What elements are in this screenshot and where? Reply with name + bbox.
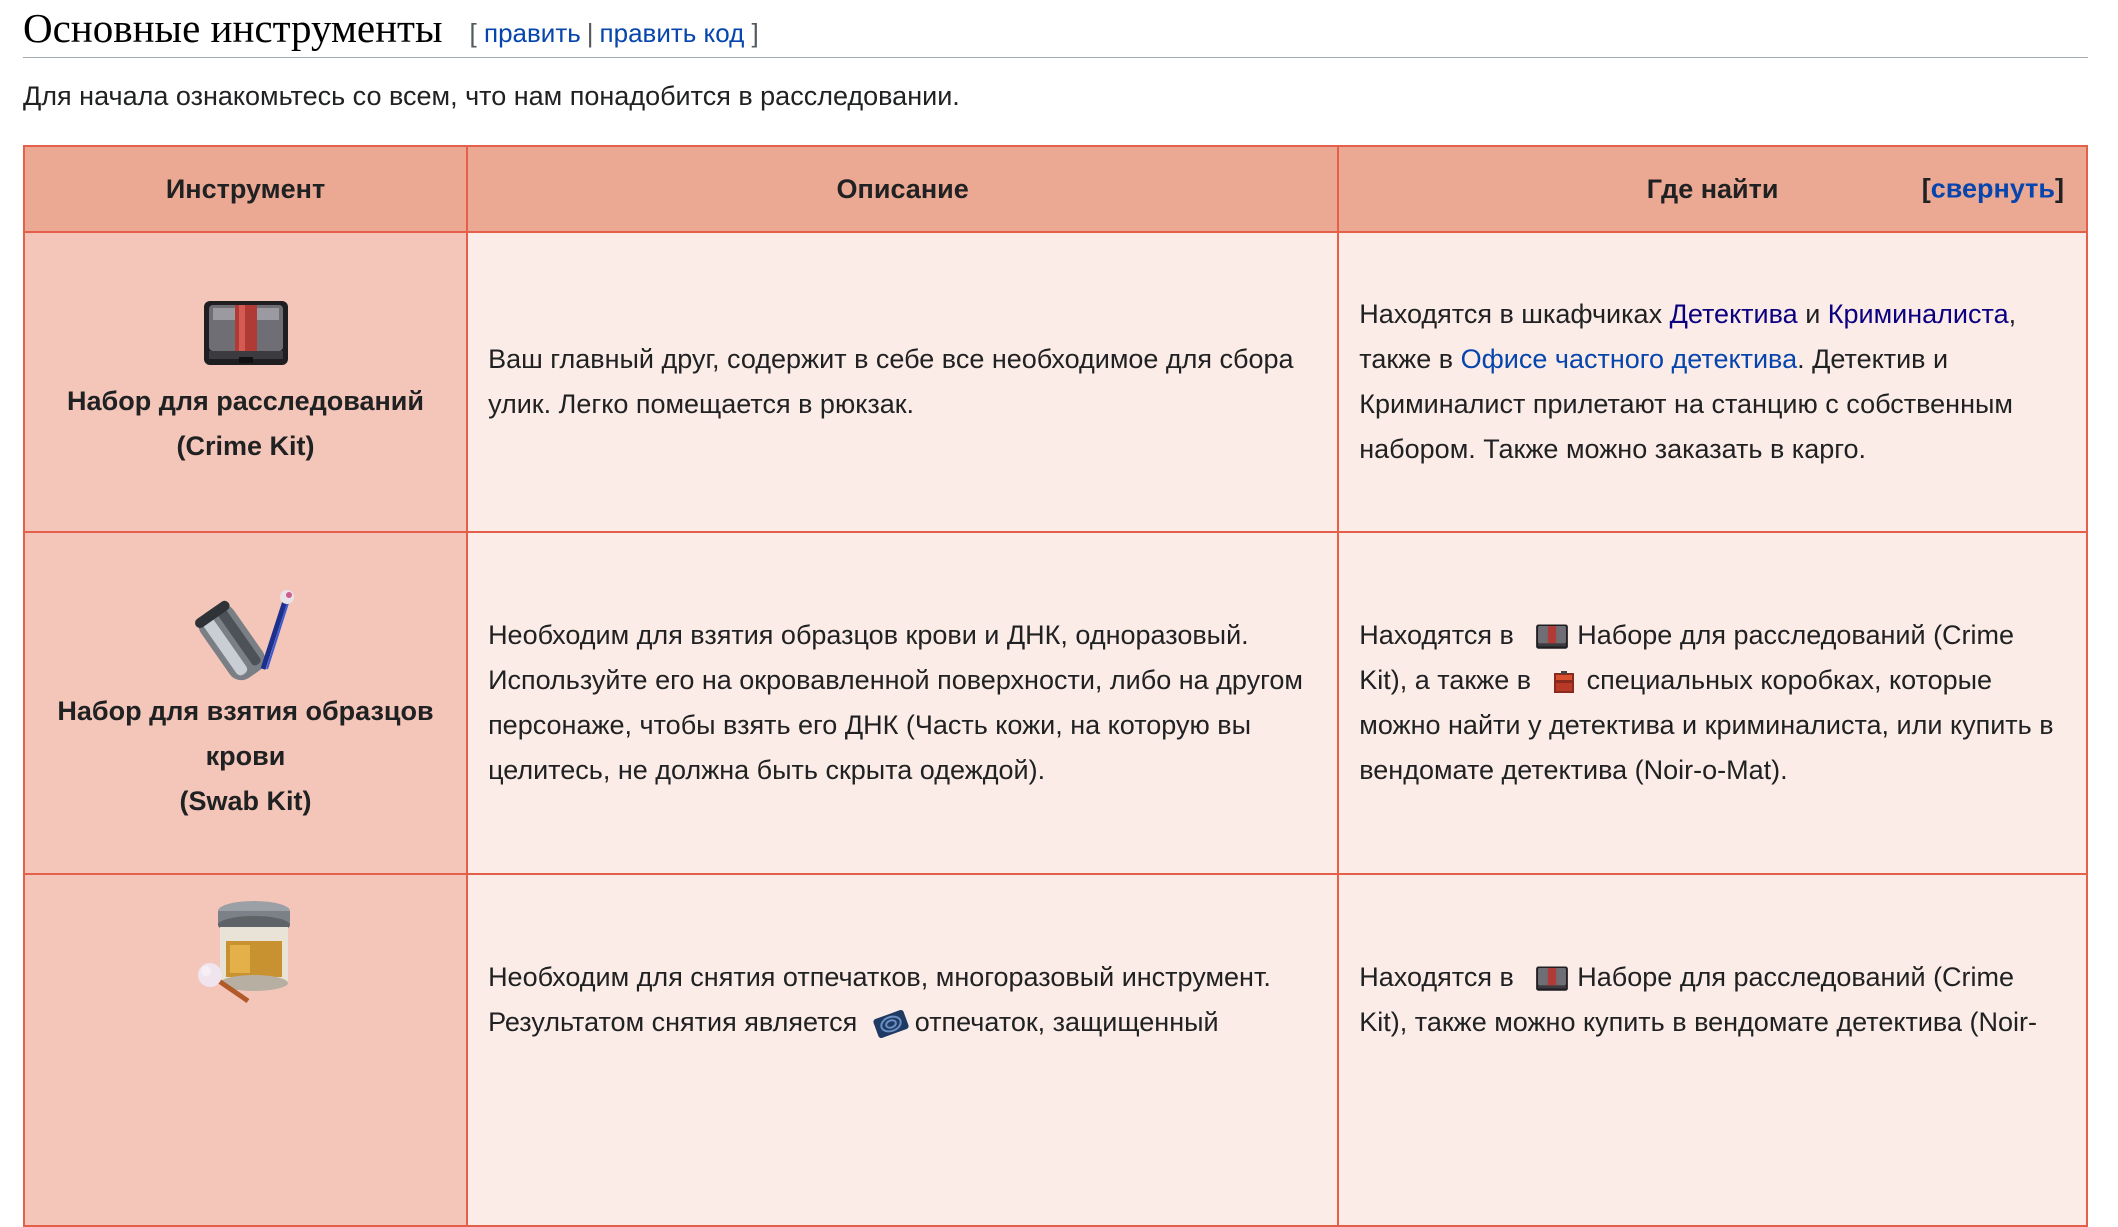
header-tool: Инструмент — [22, 145, 469, 233]
fingerprint-card-icon — [873, 1009, 909, 1038]
collapse-bracket-open: [ — [1921, 173, 1931, 204]
where-text: Находятся в — [1359, 962, 1522, 992]
table-row: Необходим для снятия отпечатков, многора… — [22, 873, 2088, 1227]
edit-section-links: [ править | править код ] — [470, 18, 759, 49]
tool-cell: Набор для взятия образцов крови (Swab Ki… — [22, 531, 469, 875]
header-description: Описание — [466, 145, 1340, 233]
description-cell: Необходим для снятия отпечатков, многора… — [466, 873, 1340, 1227]
crime-kit-icon — [1536, 624, 1569, 649]
table-header-row: Инструмент Описание Где найти [свернуть] — [22, 145, 2088, 233]
where-text: Находятся в шкафчиках — [1359, 299, 1670, 329]
edit-link[interactable]: править — [484, 18, 581, 48]
intro-text: Для начала ознакомьтесь со всем, что нам… — [23, 81, 960, 111]
description-cell: Необходим для взятия образцов крови и ДН… — [466, 531, 1340, 875]
tool-name: Набор для взятия образцов крови — [57, 695, 434, 771]
collapse-bracket-close: ] — [2055, 173, 2064, 204]
edit-code-link[interactable]: править код — [600, 18, 745, 48]
table-row: Набор для взятия образцов крови (Swab Ki… — [22, 531, 2088, 875]
header-where-label: Где найти — [1646, 173, 1779, 204]
tools-table: Инструмент Описание Где найти [свернуть] — [22, 145, 2088, 1227]
swab-box-icon — [1553, 670, 1574, 693]
tool-name: Набор для расследований — [67, 386, 425, 416]
tool-cell: Набор для расследований (Crime Kit) — [22, 231, 469, 533]
header-where: Где найти [свернуть] — [1337, 145, 2088, 233]
separator: | — [586, 18, 594, 48]
fingerprint-powder-icon[interactable] — [186, 895, 306, 1010]
crime-kit-icon[interactable] — [201, 295, 291, 373]
tool-name-en: (Swab Kit) — [179, 785, 312, 816]
bracket-close: ] — [751, 18, 759, 48]
tool-name-en: (Crime Kit) — [176, 431, 315, 461]
where-text: и — [1797, 299, 1828, 329]
link-criminalist[interactable]: Криминалиста — [1828, 299, 2009, 329]
where-cell: Находятся в Наборе для расследований (Cr… — [1337, 531, 2088, 875]
section-heading: Основные инструменты [ править | править к… — [23, 0, 2088, 58]
bracket-open: [ — [469, 18, 477, 48]
swab-kit-icon[interactable] — [191, 583, 301, 683]
tool-cell — [22, 873, 469, 1227]
section-title: Основные инструменты — [23, 5, 443, 51]
description-text: отпечаток, защищенный — [914, 1007, 1219, 1037]
where-cell: Находятся в шкафчиках Детектива и Кримин… — [1337, 231, 2088, 533]
collapse-button[interactable]: свернуть — [1931, 174, 2055, 204]
link-private-detective-office[interactable]: Офисе частного детектива — [1461, 344, 1798, 374]
link-detective[interactable]: Детектива — [1670, 299, 1798, 329]
where-text: Находятся в — [1359, 620, 1522, 650]
crime-kit-icon — [1536, 966, 1569, 991]
table-row: Набор для расследований (Crime Kit) Ваш … — [22, 231, 2088, 533]
description-cell: Ваш главный друг, содержит в себе все не… — [466, 231, 1340, 533]
collapse-toggle: [свернуть] — [1922, 167, 2064, 212]
content: Основные инструменты [ править | править к… — [23, 0, 2088, 124]
where-cell: Находятся в Наборе для расследований (Cr… — [1337, 873, 2088, 1227]
